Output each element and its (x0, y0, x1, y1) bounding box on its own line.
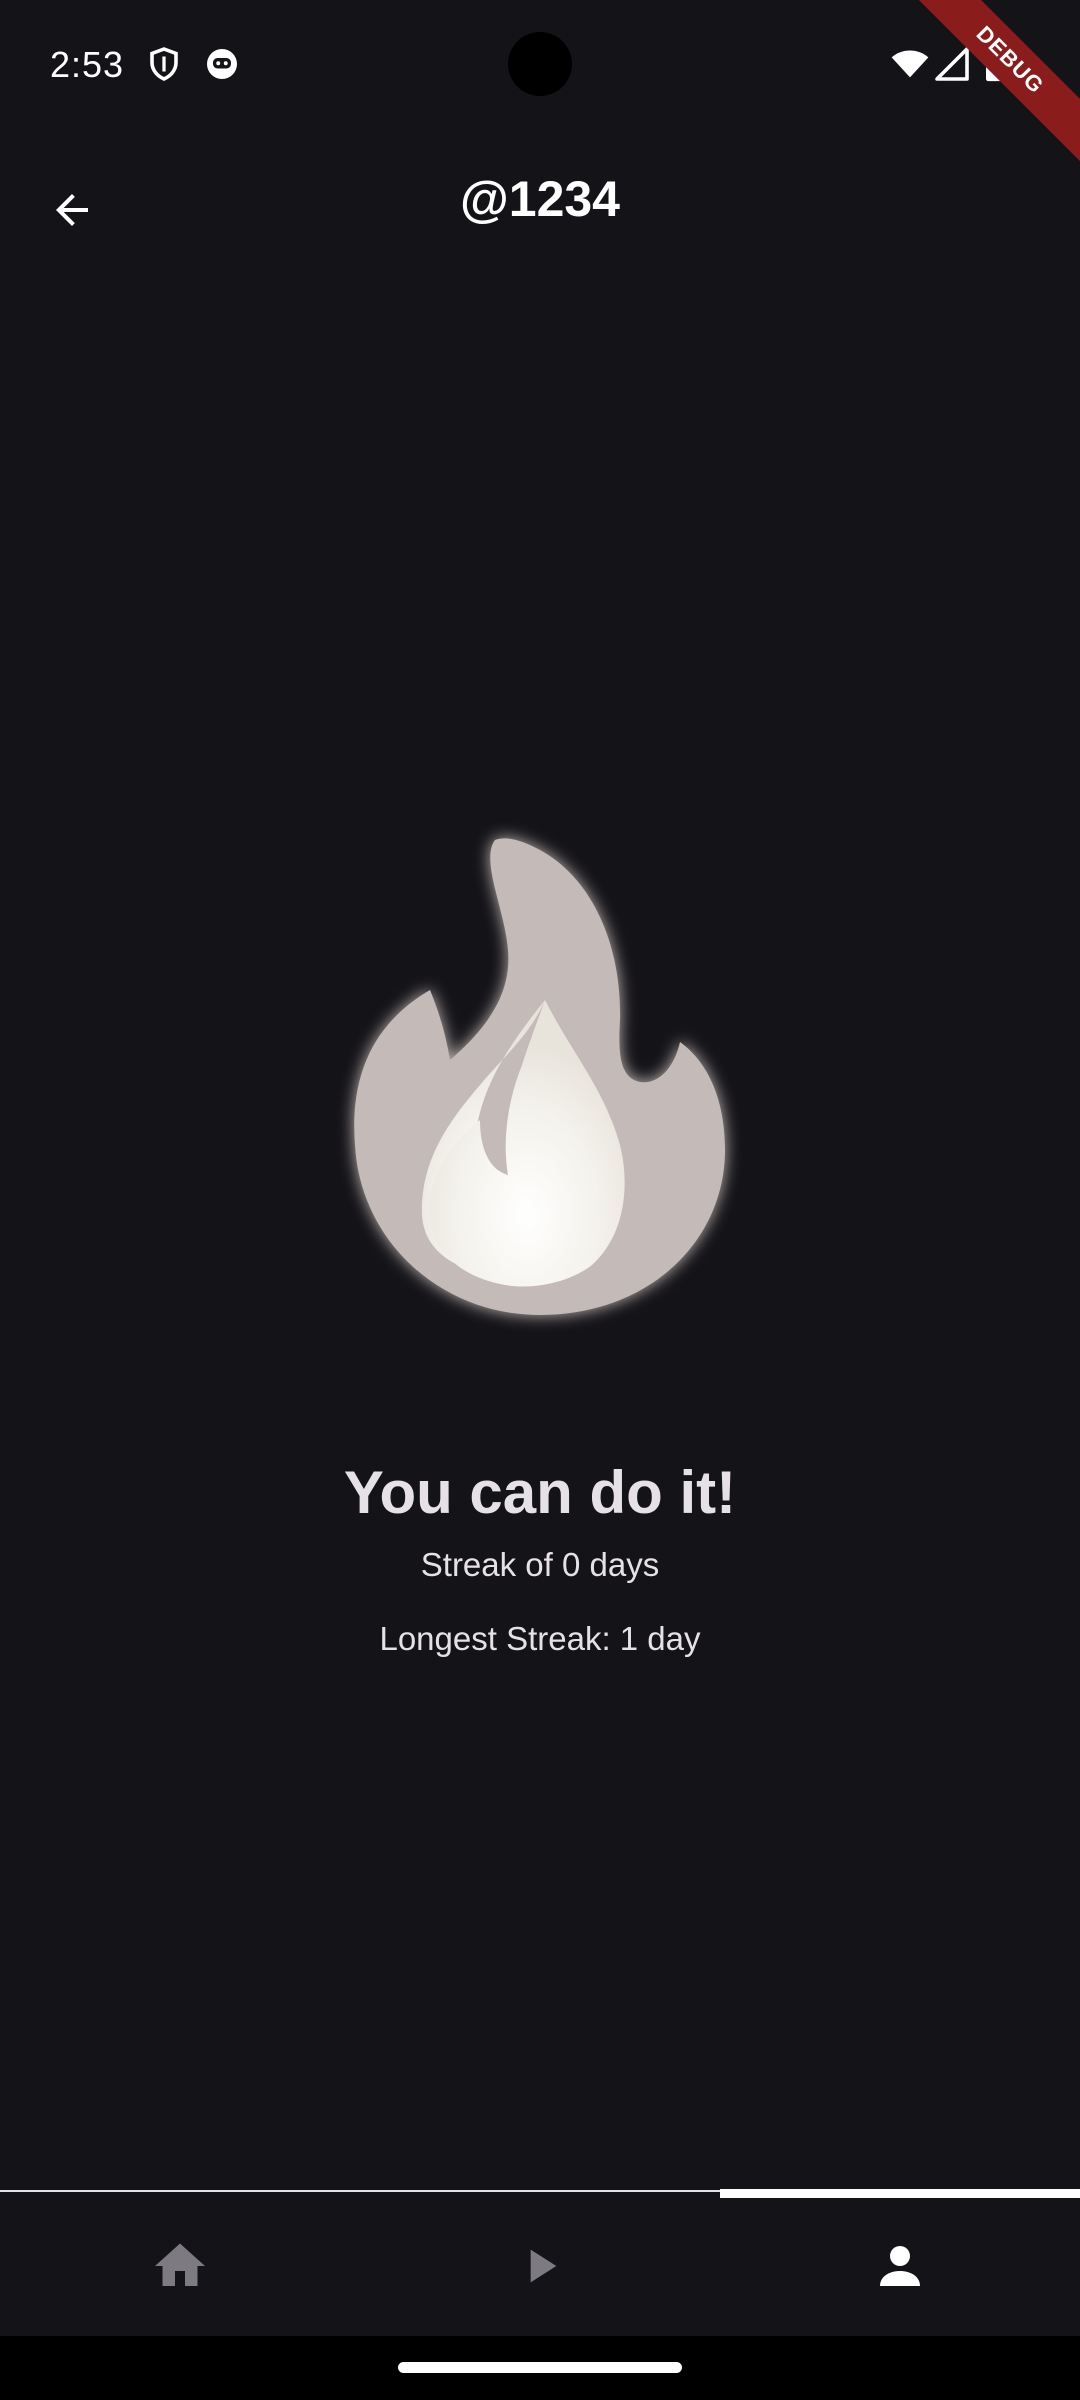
bottom-nav (0, 2200, 1080, 2336)
page-title: @1234 (460, 171, 620, 227)
fire-icon (330, 820, 750, 1340)
wifi-icon (890, 44, 930, 84)
nav-item-home[interactable] (0, 2200, 360, 2336)
signal-icon (934, 46, 970, 82)
home-icon (150, 2236, 210, 2301)
streak-headline: You can do it! (343, 1459, 737, 1526)
status-time: 2:53 (50, 44, 125, 85)
longest-streak-text: Longest Streak: 1 day (379, 1620, 701, 1657)
nav-item-profile[interactable] (720, 2200, 1080, 2336)
nav-active-indicator (720, 2189, 1080, 2198)
status-bar: 2:53 DEBUG (0, 0, 1080, 168)
app-bar: @1234 (0, 150, 1080, 260)
play-icon (512, 2238, 568, 2299)
face-icon (204, 46, 240, 82)
camera-cutout (508, 32, 572, 96)
nav-item-play[interactable] (360, 2200, 720, 2336)
shield-icon (146, 46, 182, 82)
current-streak-text: Streak of 0 days (420, 1546, 660, 1583)
person-icon (870, 2236, 930, 2301)
home-gesture-handle[interactable] (398, 2362, 682, 2373)
